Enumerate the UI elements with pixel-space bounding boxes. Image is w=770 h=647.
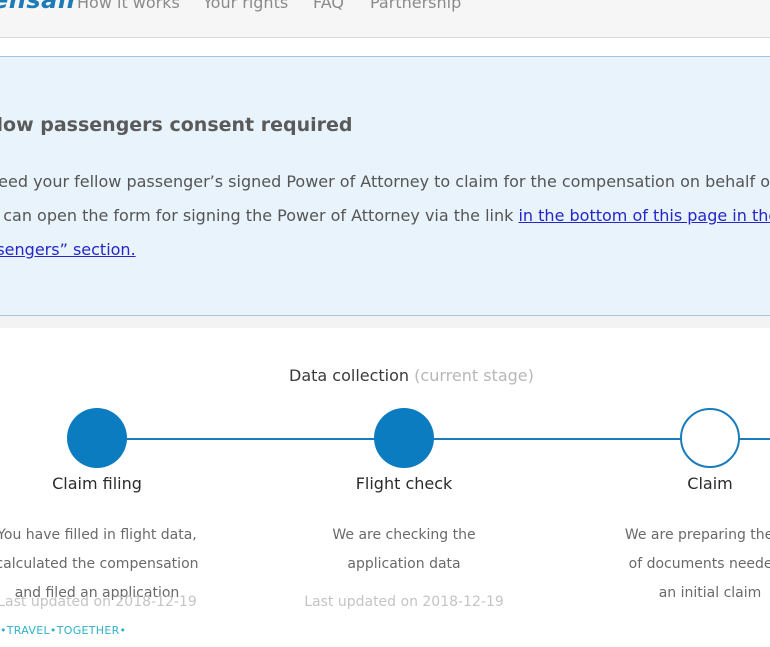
step-description-line: an initial claim — [658, 585, 762, 601]
step-title-claim-filing: Claim filing — [52, 474, 142, 493]
step-description-line: We are preparing the pa — [624, 527, 770, 543]
notice-text: u can open the form for signing the Powe… — [0, 206, 519, 225]
step-indicator-claim-filing — [67, 408, 127, 468]
step-description-claim: We are preparing the pa of documents nee… — [590, 521, 770, 608]
top-navigation-bar: ensair How it works Your rights FAQ Part… — [0, 0, 770, 38]
notice-text-line-2: u can open the form for signing the Powe… — [0, 206, 770, 225]
step-description-line: You have filled in flight data, — [0, 527, 197, 543]
step-description-line: application data — [347, 556, 461, 572]
step-last-updated-claim-filing: Last updated on 2018-12-19 — [0, 594, 197, 610]
section-divider — [0, 316, 770, 328]
step-description-flight-check: We are checking the application data — [284, 521, 524, 579]
stage-status: (current stage) — [414, 366, 534, 385]
page: ensair How it works Your rights FAQ Part… — [0, 0, 770, 647]
notice-text-line-1: need your fellow passenger’s signed Powe… — [0, 172, 770, 191]
notice-title: llow passengers consent required — [0, 114, 353, 136]
nav-link-partnership[interactable]: Partnership — [370, 0, 461, 12]
step-description-line: of documents needed t — [628, 556, 770, 572]
power-of-attorney-link[interactable]: in the bottom of this page in the — [518, 206, 770, 225]
nav-link-faq[interactable]: FAQ — [313, 0, 344, 12]
step-title-flight-check: Flight check — [355, 474, 453, 493]
watermark-text: •TRAVEL•TOGETHER• — [0, 624, 127, 637]
nav-link-how-it-works[interactable]: How it works — [77, 0, 180, 12]
current-stage-heading: Data collection (current stage) — [289, 366, 534, 385]
step-description-line: calculated the compensation — [0, 556, 199, 572]
passengers-section-link[interactable]: ssengers” section. — [0, 240, 136, 259]
step-last-updated-flight-check: Last updated on 2018-12-19 — [304, 594, 504, 610]
brand-logo[interactable]: ensair — [0, 0, 79, 14]
stage-name: Data collection — [289, 366, 410, 385]
step-description-line: We are checking the — [332, 527, 476, 543]
notice-text: need your fellow passenger’s signed Powe… — [0, 172, 770, 191]
step-title-claim: Claim — [687, 474, 733, 493]
nav-link-your-rights[interactable]: Your rights — [203, 0, 288, 12]
step-indicator-flight-check — [374, 408, 434, 468]
notice-text-line-3: ssengers” section. — [0, 240, 136, 259]
step-indicator-claim — [680, 408, 740, 468]
